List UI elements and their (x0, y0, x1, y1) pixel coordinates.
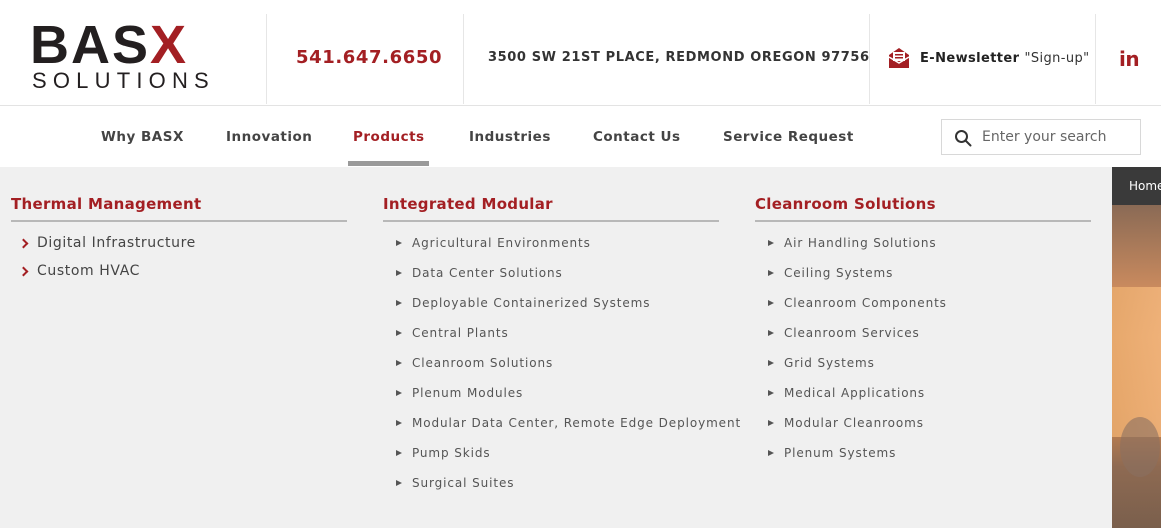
menu-link-label: Plenum Modules (412, 386, 524, 400)
menu-link-label: Deployable Containerized Systems (412, 296, 651, 310)
linkedin-icon[interactable]: in (1119, 47, 1140, 71)
basx-logo[interactable]: BASX SOLUTIONS (30, 18, 225, 94)
newsletter-label: E-Newsletter (920, 50, 1020, 66)
menu-link-cleanroom-services[interactable]: Cleanroom Services (768, 326, 920, 340)
menu-link-cleanroom-components[interactable]: Cleanroom Components (768, 296, 947, 310)
triangle-bullet-icon (396, 270, 402, 276)
menu-link-ceiling-systems[interactable]: Ceiling Systems (768, 266, 893, 280)
breadcrumb-bar: Home (1112, 167, 1161, 205)
triangle-bullet-icon (768, 420, 774, 426)
steam-image-area (1120, 417, 1160, 477)
menu-link-label: Ceiling Systems (784, 266, 894, 280)
newsletter-signup-text: "Sign-up" (1024, 50, 1090, 66)
menu-link-label: Modular Cleanrooms (784, 416, 924, 430)
triangle-bullet-icon (768, 270, 774, 276)
logo-main-text: BAS (30, 15, 151, 75)
menu-link-surgical-suites[interactable]: Surgical Suites (396, 476, 514, 490)
menu-link-data-center-solutions[interactable]: Data Center Solutions (396, 266, 563, 280)
triangle-bullet-icon (396, 450, 402, 456)
nav-item-industries[interactable]: Industries (469, 129, 551, 145)
menu-link-modular-data-center[interactable]: Modular Data Center, Remote Edge Deploym… (396, 416, 741, 430)
triangle-bullet-icon (396, 420, 402, 426)
menu-link-label: Data Center Solutions (412, 266, 563, 280)
phone-number[interactable]: 541.647.6650 (296, 47, 442, 68)
menu-link-modular-cleanrooms[interactable]: Modular Cleanrooms (768, 416, 924, 430)
menu-link-plenum-systems[interactable]: Plenum Systems (768, 446, 896, 460)
menu-link-label: Cleanroom Services (784, 326, 920, 340)
menu-link-label: Agricultural Environments (412, 236, 591, 250)
menu-link-label: Central Plants (412, 326, 509, 340)
logo-subtitle: SOLUTIONS (32, 68, 215, 93)
divider (1095, 14, 1096, 104)
triangle-bullet-icon (396, 330, 402, 336)
menu-link-label: Plenum Systems (784, 446, 897, 460)
triangle-bullet-icon (768, 240, 774, 246)
building-image-area (1112, 287, 1161, 437)
products-mega-menu: Thermal Management Digital Infrastructur… (0, 167, 1112, 528)
top-header: BASX SOLUTIONS 541.647.6650 3500 SW 21ST… (0, 0, 1161, 106)
nav-item-why-basx[interactable]: Why BASX (101, 129, 184, 145)
column-title[interactable]: Thermal Management (11, 195, 201, 213)
nav-item-products[interactable]: Products (353, 129, 425, 145)
menu-link-air-handling-solutions[interactable]: Air Handling Solutions (768, 236, 937, 250)
triangle-bullet-icon (768, 450, 774, 456)
menu-link-digital-infrastructure[interactable]: Digital Infrastructure (18, 235, 196, 251)
column-title[interactable]: Cleanroom Solutions (755, 195, 936, 213)
active-nav-indicator (348, 161, 429, 166)
divider (463, 14, 464, 104)
menu-link-cleanroom-solutions[interactable]: Cleanroom Solutions (396, 356, 553, 370)
divider (869, 14, 870, 104)
chevron-right-icon (18, 266, 29, 276)
hero-image: Home (1112, 167, 1161, 528)
menu-link-label: Custom HVAC (37, 263, 141, 279)
triangle-bullet-icon (396, 390, 402, 396)
breadcrumb-home-link[interactable]: Home (1129, 179, 1161, 193)
search-input[interactable] (982, 120, 1132, 154)
chevron-right-icon (18, 238, 29, 248)
divider (266, 14, 267, 104)
triangle-bullet-icon (768, 300, 774, 306)
menu-link-central-plants[interactable]: Central Plants (396, 326, 509, 340)
menu-link-label: Surgical Suites (412, 476, 515, 490)
nav-item-innovation[interactable]: Innovation (226, 129, 312, 145)
newsletter-signup-link[interactable]: E-Newsletter "Sign-up" (886, 44, 1090, 72)
triangle-bullet-icon (396, 360, 402, 366)
menu-link-label: Grid Systems (784, 356, 875, 370)
menu-link-grid-systems[interactable]: Grid Systems (768, 356, 875, 370)
menu-link-agricultural-environments[interactable]: Agricultural Environments (396, 236, 591, 250)
triangle-bullet-icon (396, 300, 402, 306)
menu-link-plenum-modules[interactable]: Plenum Modules (396, 386, 523, 400)
column-title[interactable]: Integrated Modular (383, 195, 553, 213)
menu-link-label: Air Handling Solutions (784, 236, 937, 250)
company-address: 3500 SW 21ST PLACE, REDMOND OREGON 97756 (488, 50, 870, 65)
menu-link-label: Pump Skids (412, 446, 491, 460)
newsletter-envelope-icon (886, 45, 912, 71)
nav-item-service-request[interactable]: Service Request (723, 129, 854, 145)
menu-link-medical-applications[interactable]: Medical Applications (768, 386, 925, 400)
menu-link-label: Digital Infrastructure (37, 235, 196, 251)
triangle-bullet-icon (396, 480, 402, 486)
menu-link-label: Cleanroom Solutions (412, 356, 554, 370)
logo-x: X (150, 15, 189, 75)
triangle-bullet-icon (768, 360, 774, 366)
triangle-bullet-icon (396, 240, 402, 246)
menu-link-pump-skids[interactable]: Pump Skids (396, 446, 491, 460)
nav-item-contact-us[interactable]: Contact Us (593, 129, 681, 145)
menu-link-custom-hvac[interactable]: Custom HVAC (18, 263, 141, 279)
search-box[interactable] (941, 119, 1141, 155)
column-divider (383, 220, 719, 222)
menu-link-deployable-containerized-systems[interactable]: Deployable Containerized Systems (396, 296, 650, 310)
column-divider (755, 220, 1091, 222)
logo-wordmark: BASX (30, 18, 188, 72)
main-navigation: Why BASX Innovation Products Industries … (0, 107, 1161, 167)
menu-link-label: Modular Data Center, Remote Edge Deploym… (412, 416, 742, 430)
column-divider (11, 220, 347, 222)
triangle-bullet-icon (768, 390, 774, 396)
menu-link-label: Cleanroom Components (784, 296, 947, 310)
menu-link-label: Medical Applications (784, 386, 926, 400)
triangle-bullet-icon (768, 330, 774, 336)
